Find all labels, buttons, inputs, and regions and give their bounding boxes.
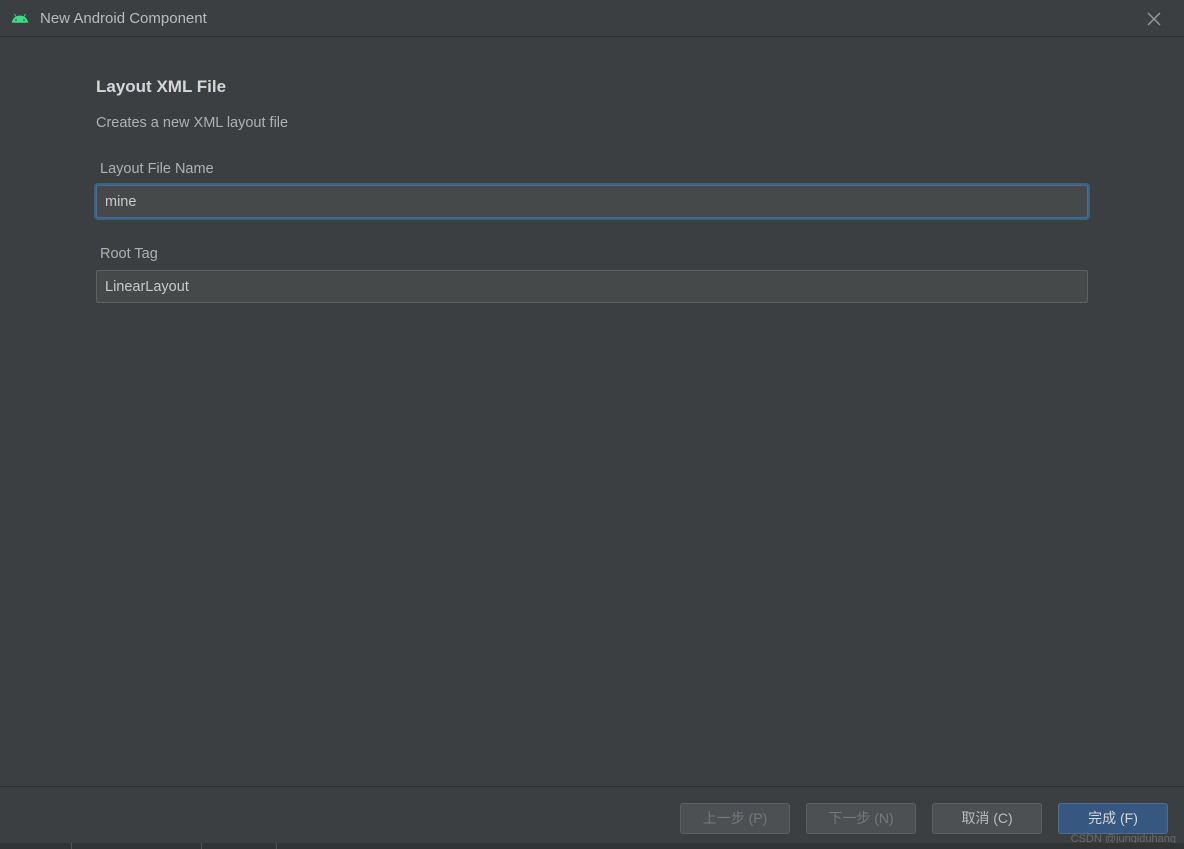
layout-file-name-label: Layout File Name bbox=[100, 161, 1088, 177]
status-bar-strip bbox=[0, 843, 1184, 849]
titlebar: New Android Component bbox=[0, 0, 1184, 37]
layout-file-name-input[interactable] bbox=[96, 185, 1088, 218]
close-icon bbox=[1147, 12, 1161, 26]
window-title: New Android Component bbox=[40, 10, 207, 27]
dialog-content: Layout XML File Creates a new XML layout… bbox=[0, 37, 1184, 786]
finish-button[interactable]: 完成 (F) bbox=[1058, 803, 1168, 834]
android-icon bbox=[10, 8, 30, 28]
dialog-footer: 上一步 (P) 下一步 (N) 取消 (C) 完成 (F) bbox=[0, 786, 1184, 849]
previous-button[interactable]: 上一步 (P) bbox=[680, 803, 790, 834]
form-group-layout-file-name: Layout File Name bbox=[96, 161, 1088, 218]
root-tag-label: Root Tag bbox=[100, 246, 1088, 262]
close-button[interactable] bbox=[1134, 0, 1174, 37]
root-tag-input[interactable] bbox=[96, 270, 1088, 303]
form-group-root-tag: Root Tag bbox=[96, 246, 1088, 303]
page-heading: Layout XML File bbox=[96, 77, 1088, 97]
cancel-button[interactable]: 取消 (C) bbox=[932, 803, 1042, 834]
next-button[interactable]: 下一步 (N) bbox=[806, 803, 916, 834]
page-description: Creates a new XML layout file bbox=[96, 115, 1088, 131]
